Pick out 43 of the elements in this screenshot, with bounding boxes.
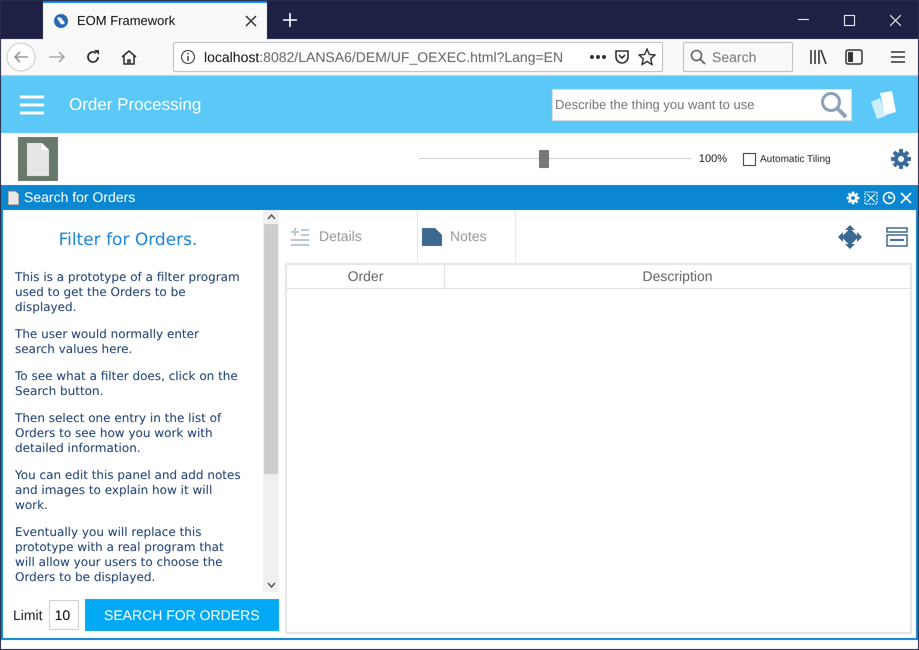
history-icon[interactable] — [882, 190, 896, 204]
reload-icon[interactable] — [85, 49, 101, 65]
slider-thumb[interactable] — [538, 150, 549, 168]
more-icon[interactable] — [590, 55, 606, 59]
document-icon — [7, 190, 20, 206]
search-icon — [690, 49, 706, 65]
move-icon[interactable] — [838, 224, 862, 248]
star-icon[interactable] — [638, 48, 656, 66]
search-field[interactable]: Search — [683, 42, 793, 72]
layout-icon[interactable] — [886, 226, 908, 246]
scrollbar[interactable] — [263, 210, 279, 592]
limit-label: Limit — [13, 606, 43, 624]
paragraph: Eventually you will replace this prototype with a real program that will allow your users to choose the Orders to be displayed. — [15, 525, 225, 586]
list-add-icon — [289, 226, 311, 246]
paragraph: You can edit this panel and add notes and images to explain how it will work. — [15, 468, 241, 514]
paragraph: To see what a filter does, click on the Search button. — [15, 369, 239, 400]
column-header[interactable]: Description — [445, 265, 910, 288]
address-bar[interactable]: localhost:8082/LANSA6/DEM/UF_OEXEC.html?Lang=EN — [173, 42, 663, 72]
collapse-icon[interactable] — [864, 190, 878, 204]
home-icon[interactable] — [120, 49, 138, 65]
plus-icon[interactable] — [282, 12, 298, 28]
pocket-icon[interactable] — [614, 49, 630, 65]
maximize-icon[interactable] — [844, 14, 854, 26]
checkbox[interactable] — [743, 152, 756, 166]
note-icon — [422, 228, 442, 246]
back-button[interactable] — [5, 42, 37, 72]
document-icon[interactable] — [18, 137, 58, 181]
zoom-reading: 100% — [698, 152, 727, 167]
zoom-slider[interactable] — [418, 150, 691, 168]
filter-heading: Filter for Orders. — [58, 230, 198, 250]
app-title: Order Processing — [69, 94, 202, 116]
settings-icon[interactable] — [890, 148, 912, 170]
paragraph: This is a prototype of a filter program used to get the Orders to be displayed. — [15, 270, 241, 316]
paragraph: Then select one entry in the list of Orders to see how you work with detailed information. — [15, 411, 222, 456]
limit-field[interactable]: 10 — [48, 600, 79, 630]
minimize-icon[interactable] — [798, 19, 808, 21]
info-icon — [180, 49, 196, 65]
browser-tab[interactable]: EOM Framework — [43, 1, 267, 39]
panel-title: Search for Orders — [24, 188, 136, 207]
checkbox-label: Automatic Tiling — [760, 152, 832, 166]
close-icon[interactable] — [245, 15, 257, 27]
paragraph: The user would normally enter search values here. — [15, 327, 200, 358]
column-header[interactable]: Order — [287, 265, 445, 288]
